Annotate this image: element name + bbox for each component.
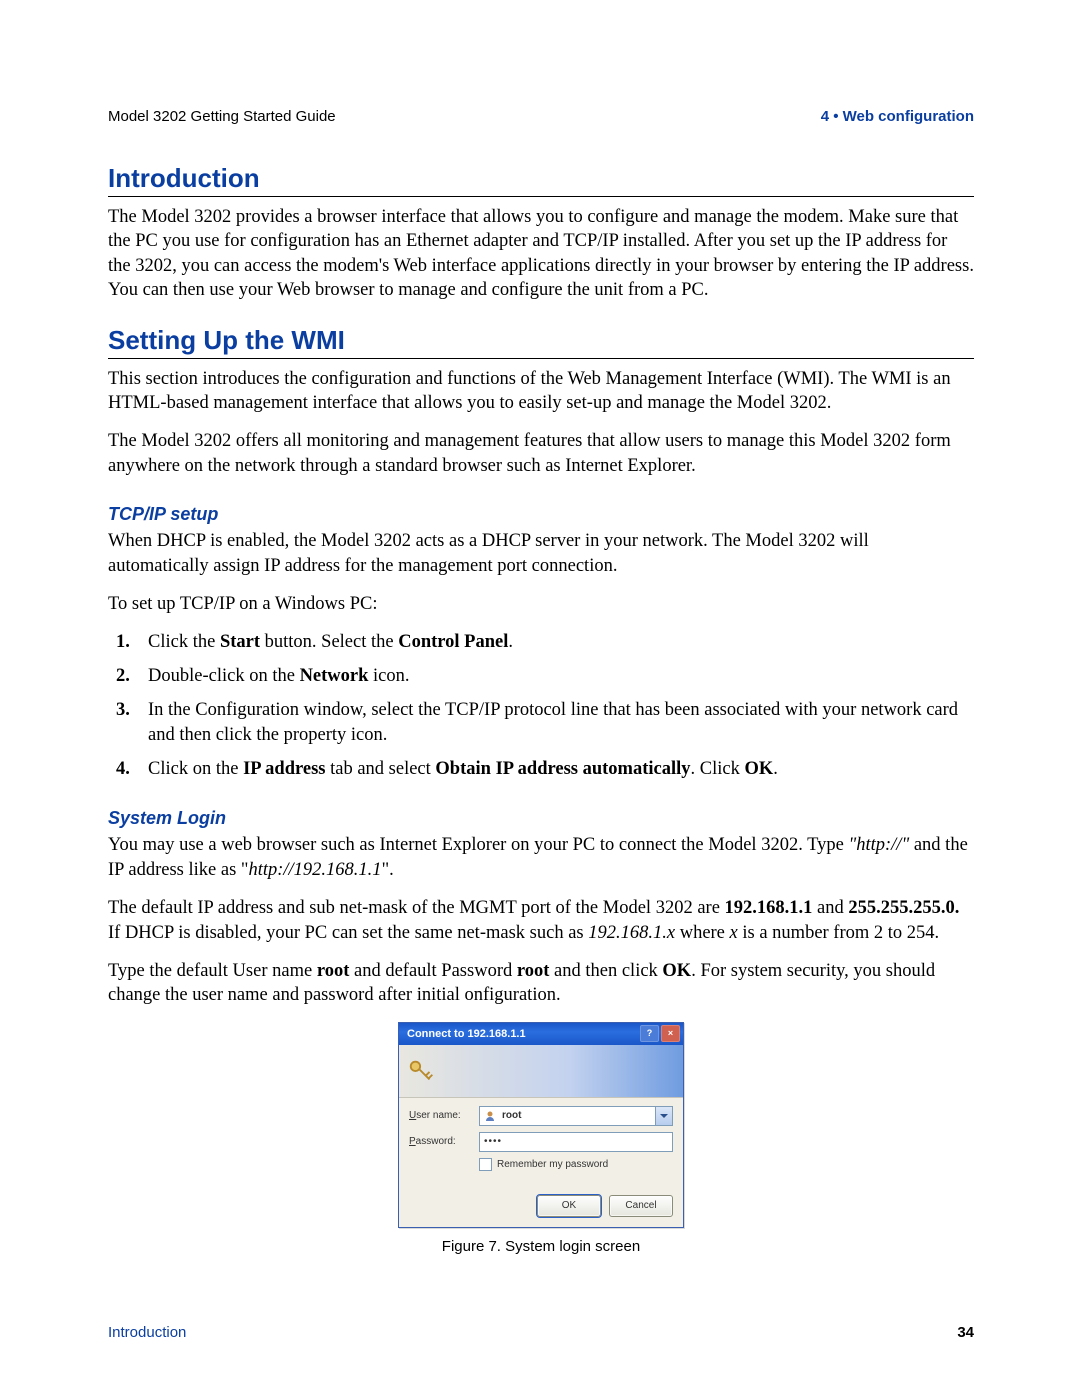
header-chapter: 4 • Web configuration <box>821 108 974 125</box>
page-header: Model 3202 Getting Started Guide 4 • Web… <box>108 108 974 125</box>
login-paragraph-2: The default IP address and sub net-mask … <box>108 896 974 945</box>
page-footer: Introduction 34 <box>108 1324 974 1341</box>
remember-password-row[interactable]: Remember my password <box>409 1158 673 1171</box>
dialog-banner <box>399 1045 683 1098</box>
page-number: 34 <box>957 1324 974 1341</box>
username-value: root <box>502 1110 521 1121</box>
cancel-button[interactable]: Cancel <box>609 1195 673 1217</box>
tcpip-paragraph-2: To set up TCP/IP on a Windows PC: <box>108 592 974 616</box>
username-label: User name: <box>409 1110 479 1121</box>
remember-checkbox[interactable] <box>479 1158 492 1171</box>
intro-paragraph: The Model 3202 provides a browser interf… <box>108 205 974 303</box>
section-title-introduction: Introduction <box>108 163 974 194</box>
close-button[interactable]: × <box>661 1025 680 1042</box>
help-button[interactable]: ? <box>640 1025 659 1042</box>
chevron-down-icon[interactable] <box>655 1107 672 1125</box>
section-title-wmi: Setting Up the WMI <box>108 325 974 356</box>
keys-icon <box>407 1056 437 1086</box>
remember-label: Remember my password <box>497 1159 608 1170</box>
header-guide-name: Model 3202 Getting Started Guide <box>108 108 336 125</box>
password-value: •••• <box>484 1136 502 1147</box>
rule <box>108 358 974 359</box>
footer-section-name: Introduction <box>108 1324 186 1341</box>
login-dialog: Connect to 192.168.1.1 ? × User name: ro… <box>398 1022 684 1228</box>
username-combobox[interactable]: root <box>479 1106 673 1126</box>
login-paragraph-1: You may use a web browser such as Intern… <box>108 833 974 882</box>
subsection-title-tcpip: TCP/IP setup <box>108 504 974 525</box>
dialog-title: Connect to 192.168.1.1 <box>407 1028 526 1040</box>
figure-caption: Figure 7. System login screen <box>108 1238 974 1255</box>
step-1: Click the Start button. Select the Contr… <box>142 630 974 655</box>
subsection-title-system-login: System Login <box>108 808 974 829</box>
dialog-titlebar: Connect to 192.168.1.1 ? × <box>399 1023 683 1045</box>
tcpip-steps-list: Click the Start button. Select the Contr… <box>108 630 974 782</box>
wmi-paragraph-1: This section introduces the configuratio… <box>108 367 974 416</box>
password-input[interactable]: •••• <box>479 1132 673 1152</box>
step-2: Double-click on the Network icon. <box>142 664 974 689</box>
tcpip-paragraph-1: When DHCP is enabled, the Model 3202 act… <box>108 529 974 578</box>
user-icon <box>484 1110 496 1122</box>
login-paragraph-3: Type the default User name root and defa… <box>108 959 974 1008</box>
password-label: Password: <box>409 1136 479 1147</box>
step-4: Click on the IP address tab and select O… <box>142 757 974 782</box>
ok-button[interactable]: OK <box>537 1195 601 1217</box>
wmi-paragraph-2: The Model 3202 offers all monitoring and… <box>108 429 974 478</box>
rule <box>108 196 974 197</box>
step-3: In the Configuration window, select the … <box>142 698 974 748</box>
